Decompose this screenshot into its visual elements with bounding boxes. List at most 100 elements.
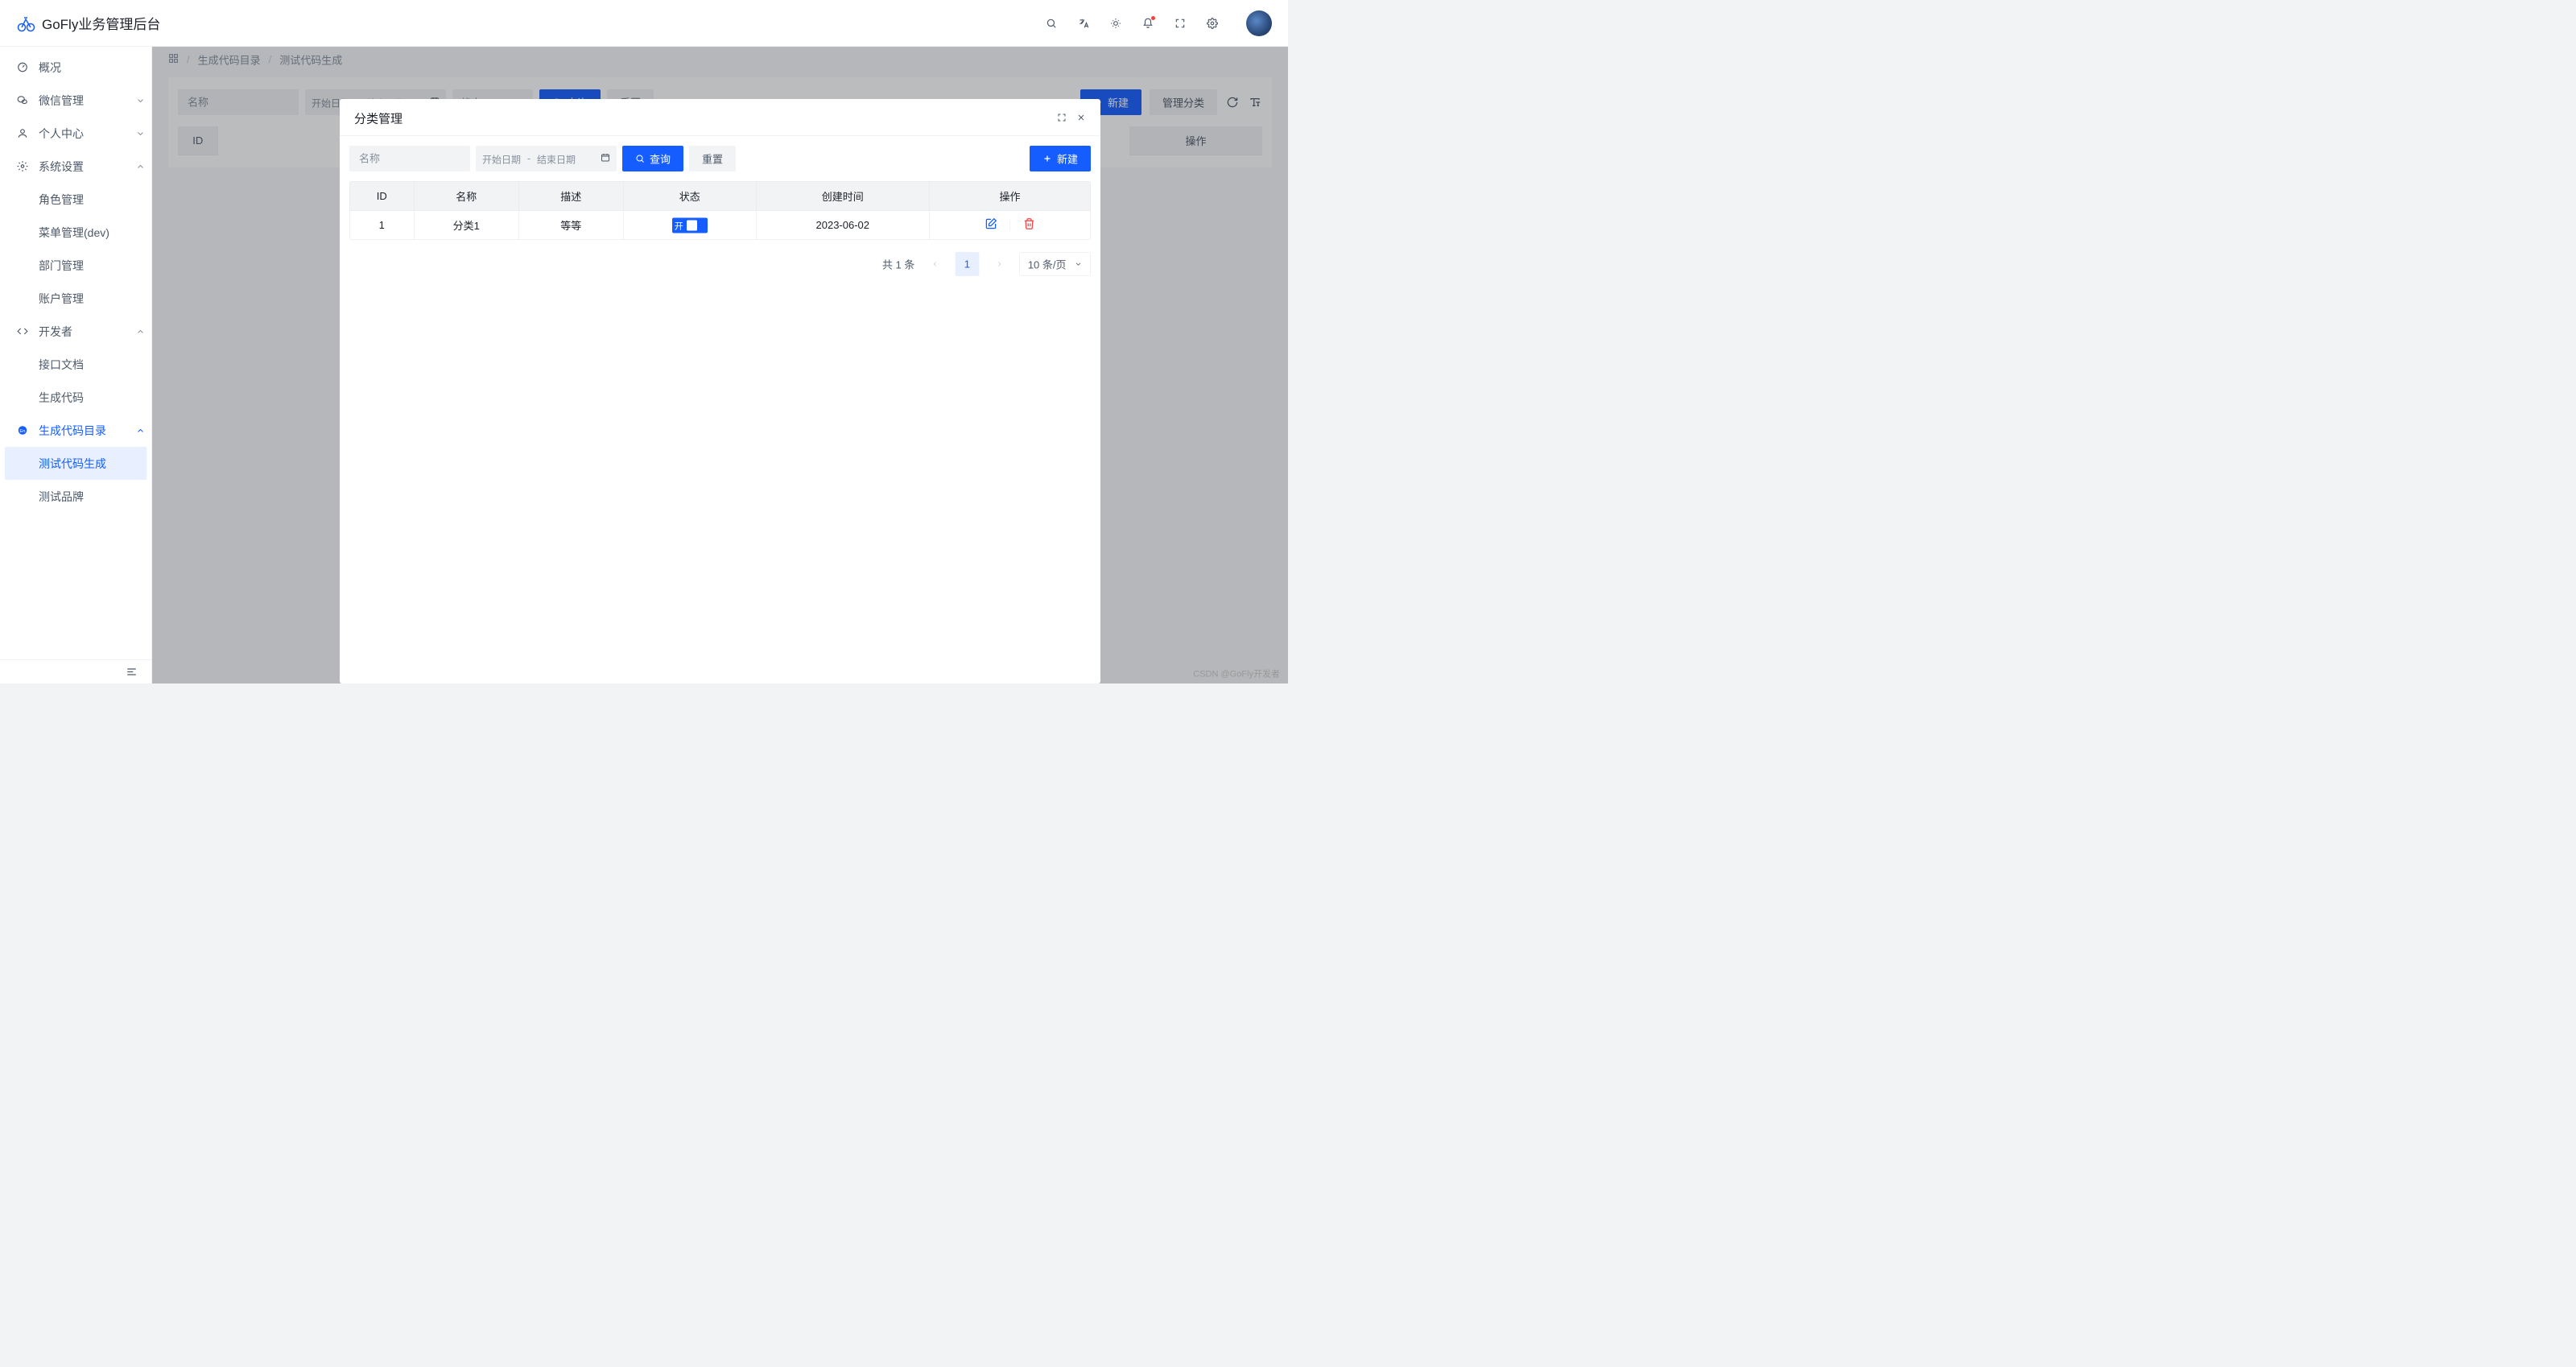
status-switch[interactable]: 开 [672,217,708,233]
sidebar-item-personal[interactable]: 个人中心 [0,117,152,150]
sidebar-item-label: 微信管理 [39,93,136,109]
avatar[interactable] [1246,10,1272,36]
th-status: 状态 [624,182,757,211]
modal-name-input[interactable] [349,146,470,171]
chevron-down-icon [136,129,146,138]
calendar-icon [601,152,610,165]
td-id: 1 [350,211,415,240]
language-icon[interactable] [1077,17,1090,30]
sidebar-item-label: 角色管理 [39,192,146,208]
modal-header-actions [1057,113,1086,122]
logo-area: GoFly业务管理后台 [16,14,160,34]
chevron-up-icon [136,162,146,171]
sidebar-item-label: 系统设置 [39,159,136,175]
code-icon [16,325,29,338]
sidebar-item-system[interactable]: 系统设置 [0,150,152,183]
divider [1009,221,1010,230]
sidebar-item-label: 账户管理 [39,291,146,307]
dashboard-icon [16,61,29,74]
table-row: 1 分类1 等等 开 2023-06-02 [350,211,1091,240]
sidebar-item-test-gen[interactable]: 测试代码生成 [5,447,147,480]
sidebar-item-label: 接口文档 [39,357,146,373]
collapse-icon[interactable] [126,666,138,677]
close-icon[interactable] [1076,113,1086,122]
sidebar-item-label: 概况 [39,60,146,76]
chevron-up-icon [136,327,146,337]
delete-icon[interactable] [1023,218,1035,233]
modal-search-button[interactable]: 查询 [622,146,683,171]
gear-icon [16,160,29,173]
notification-dot [1151,16,1155,20]
theme-icon[interactable] [1109,17,1122,30]
sidebar-footer [0,659,152,684]
sidebar-item-overview[interactable]: 概况 [0,51,152,84]
sidebar-item-dept[interactable]: 部门管理 [0,249,152,282]
page-number[interactable]: 1 [955,252,979,276]
td-time: 2023-06-02 [757,211,930,240]
chevron-down-icon [136,96,146,105]
td-desc: 等等 [519,211,624,240]
sidebar-item-gen-code[interactable]: 生成代码 [0,381,152,414]
sidebar-item-gen-code-dir[interactable]: En 生成代码目录 [0,414,152,447]
app-title: GoFly业务管理后台 [42,14,160,34]
sidebar-item-label: 个人中心 [39,126,136,142]
svg-text:En: En [19,429,25,434]
date-start-label: 开始日期 [482,151,521,166]
settings-icon[interactable] [1206,17,1219,30]
modal-toolbar: 开始日期 - 结束日期 查询 重置 新建 [349,146,1091,171]
sidebar-item-label: 菜单管理(dev) [39,225,146,241]
next-page-button[interactable] [987,252,1011,276]
logo-icon [16,14,35,33]
modal-table: ID 名称 描述 状态 创建时间 操作 1 分类1 等等 开 [349,181,1091,240]
switch-label: 开 [675,219,683,232]
modal-title: 分类管理 [354,109,402,126]
sidebar-item-test-brand[interactable]: 测试品牌 [0,480,152,513]
td-status: 开 [624,211,757,240]
switch-handle [687,220,697,230]
watermark: CSDN @GoFly开发者 [1193,667,1280,679]
edit-icon[interactable] [985,218,997,233]
search-button-label: 查询 [650,151,671,167]
notification-icon[interactable] [1141,17,1154,30]
th-name: 名称 [415,182,519,211]
chevron-up-icon [136,426,146,436]
td-name: 分类1 [415,211,519,240]
th-op: 操作 [930,182,1091,211]
date-sep: - [527,153,530,164]
modal-date-range[interactable]: 开始日期 - 结束日期 [476,146,617,171]
sidebar-item-label: 开发者 [39,324,136,340]
sidebar-item-label: 部门管理 [39,258,146,274]
fullscreen-icon[interactable] [1057,113,1067,122]
op-icons [985,218,1035,233]
sidebar-item-api-doc[interactable]: 接口文档 [0,348,152,381]
search-icon[interactable] [1045,17,1058,30]
sidebar-item-menu-dev[interactable]: 菜单管理(dev) [0,216,152,249]
badge-icon: En [16,424,29,437]
sidebar-item-label: 测试品牌 [39,489,146,505]
modal-header: 分类管理 [340,99,1100,136]
pagination: 共 1 条 1 10 条/页 [349,252,1091,276]
total-text: 共 1 条 [882,257,914,272]
sidebar-menu: 概况 微信管理 个人中心 系统设置 角色管理 菜单管理(dev) 部门管理 账户… [0,47,152,659]
modal-create-button[interactable]: 新建 [1030,146,1091,171]
fullscreen-icon[interactable] [1174,17,1187,30]
modal-table-header: ID 名称 描述 状态 创建时间 操作 [350,182,1091,211]
modal-body: 开始日期 - 结束日期 查询 重置 新建 [340,136,1100,684]
sidebar-item-wechat[interactable]: 微信管理 [0,84,152,117]
sidebar-item-label: 测试代码生成 [39,456,141,472]
header-actions [1045,10,1272,36]
modal-reset-button[interactable]: 重置 [689,146,736,171]
app-header: GoFly业务管理后台 [0,0,1288,47]
sidebar-item-developer[interactable]: 开发者 [0,315,152,348]
th-id: ID [350,182,415,211]
sidebar-item-label: 生成代码 [39,390,146,406]
td-op [930,211,1091,240]
prev-page-button[interactable] [923,252,947,276]
page-size-select[interactable]: 10 条/页 [1019,252,1091,276]
sidebar-item-role[interactable]: 角色管理 [0,183,152,216]
wechat-icon [16,94,29,107]
page-size-label: 10 条/页 [1028,257,1067,272]
sidebar-item-account[interactable]: 账户管理 [0,282,152,315]
date-end-label: 结束日期 [537,151,576,166]
category-modal: 分类管理 开始日期 - 结束日期 查询 重置 [340,99,1100,684]
